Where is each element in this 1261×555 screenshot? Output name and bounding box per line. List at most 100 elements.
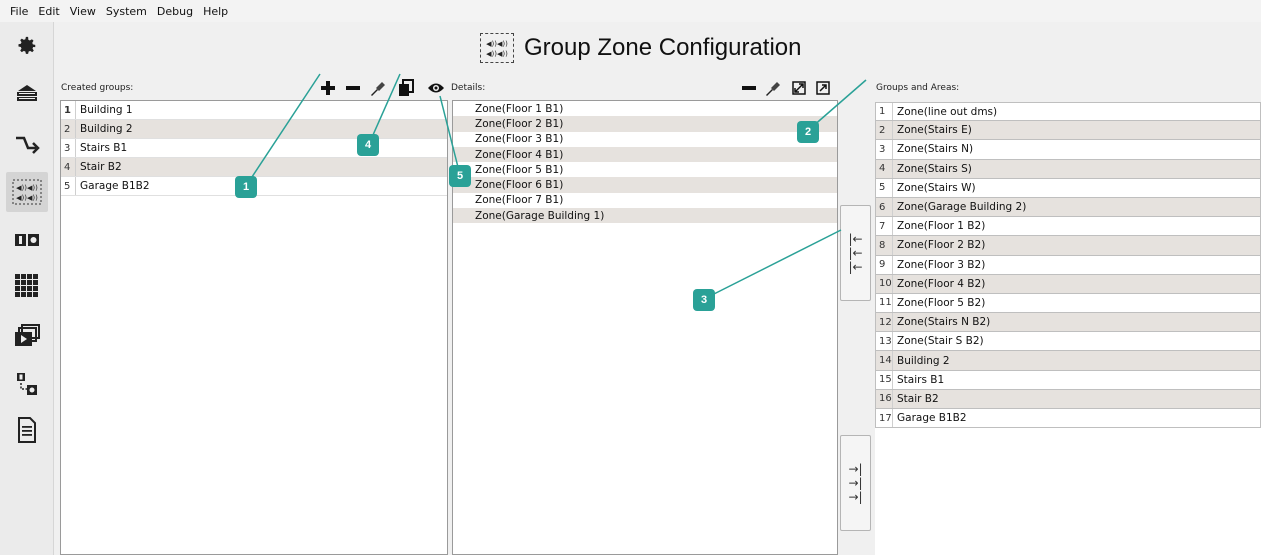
list-item[interactable]: 5 Zone(Stairs W) <box>875 178 1261 198</box>
list-item[interactable]: 4 Stair B2 <box>61 158 447 177</box>
menu-help[interactable]: Help <box>203 5 228 18</box>
collapse-button[interactable] <box>813 78 833 98</box>
area-name: Zone(Stairs N) <box>897 143 974 156</box>
list-item[interactable]: 1 Zone(line out dms) <box>875 102 1261 122</box>
groups-rows: 1 Zone(line out dms) 2 Zone(Stairs E) 3 Zone(… <box>875 102 1261 429</box>
sidebar-item-report[interactable] <box>6 410 48 450</box>
brush-icon <box>766 82 780 96</box>
area-name: Stairs B1 <box>897 373 945 386</box>
list-item[interactable]: 15 Stairs B1 <box>875 370 1261 390</box>
list-item[interactable]: 2 Building 2 <box>61 120 447 139</box>
speaker-group-icon: ◀))◀)) ◀))◀)) <box>480 33 514 63</box>
sidebar-item-media[interactable] <box>6 316 48 356</box>
list-item[interactable]: Zone(Floor 4 B1) <box>453 146 837 163</box>
list-item[interactable]: Zone(Floor 7 B1) <box>453 193 837 208</box>
row-number: 3 <box>64 142 71 154</box>
callout-badge-1: 1 <box>235 176 257 198</box>
area-name: Zone(line out dms) <box>897 105 998 118</box>
io-module-icon <box>15 234 39 246</box>
menu-system[interactable]: System <box>106 5 147 18</box>
list-item[interactable]: 9 Zone(Floor 3 B2) <box>875 255 1261 275</box>
copy-group-button[interactable] <box>396 78 416 98</box>
list-item[interactable]: 17 Garage B1B2 <box>875 409 1261 429</box>
svg-text:◀))◀)): ◀))◀)) <box>486 50 508 58</box>
document-icon <box>18 417 36 443</box>
sidebar-item-settings[interactable] <box>6 26 48 66</box>
row-number: 11 <box>879 297 892 309</box>
sidebar-item-routing[interactable] <box>6 124 48 164</box>
row-number: 16 <box>879 393 892 405</box>
add-group-button[interactable] <box>318 78 338 98</box>
add-to-group-button[interactable]: |← |← |← <box>840 205 871 301</box>
list-item[interactable]: 12 Zone(Stairs N B2) <box>875 313 1261 333</box>
edit-detail-button[interactable] <box>763 78 783 98</box>
menu-view[interactable]: View <box>70 5 96 18</box>
area-name: Zone(Floor 1 B2) <box>897 220 986 233</box>
row-number: 14 <box>879 355 892 367</box>
groups-areas-label: Groups and Areas: <box>876 83 960 93</box>
list-item[interactable]: 1 Building 1 <box>61 101 447 120</box>
list-item[interactable]: 14 Building 2 <box>875 351 1261 371</box>
group-name: Building 2 <box>80 123 133 135</box>
row-number: 1 <box>879 106 886 118</box>
list-item[interactable]: 4 Zone(Stairs S) <box>875 159 1261 179</box>
list-item[interactable]: 16 Stair B2 <box>875 389 1261 409</box>
row-number: 5 <box>879 182 886 194</box>
area-name: Zone(Stair S B2) <box>897 335 984 348</box>
area-name: Stair B2 <box>897 392 939 405</box>
list-item[interactable]: 13 Zone(Stair S B2) <box>875 332 1261 352</box>
area-name: Zone(Garage Building 2) <box>897 201 1027 214</box>
list-item[interactable]: Zone(Floor 3 B1) <box>453 132 837 147</box>
row-number: 8 <box>879 239 886 251</box>
list-item[interactable]: Zone(Garage Building 1) <box>453 208 837 224</box>
move-right-icon: →| <box>848 476 863 490</box>
list-item[interactable]: 11 Zone(Floor 5 B2) <box>875 293 1261 314</box>
details-label: Details: <box>451 83 486 93</box>
sidebar-item-io[interactable] <box>6 220 48 260</box>
remove-from-group-button[interactable]: →| →| →| <box>840 435 871 531</box>
list-item[interactable]: 6 Zone(Garage Building 2) <box>875 197 1261 218</box>
remove-detail-button[interactable] <box>739 78 759 98</box>
gear-icon <box>18 36 36 54</box>
list-item[interactable]: 10 Zone(Floor 4 B2) <box>875 274 1261 294</box>
page-title: Group Zone Configuration <box>524 34 802 61</box>
sidebar-item-server[interactable] <box>6 74 48 114</box>
menu-file[interactable]: File <box>10 5 28 18</box>
callout-badge-4: 4 <box>357 134 379 156</box>
menu-debug[interactable]: Debug <box>157 5 193 18</box>
svg-text:◀))◀)): ◀))◀)) <box>16 184 38 192</box>
row-number: 5 <box>64 180 71 192</box>
view-details-button[interactable] <box>426 78 446 98</box>
row-number: 17 <box>879 412 892 424</box>
list-item[interactable]: Zone(Floor 1 B1) <box>453 101 837 116</box>
created-groups-label: Created groups: <box>61 83 134 93</box>
row-number: 4 <box>879 163 886 175</box>
row-number: 3 <box>879 143 886 155</box>
list-item[interactable]: 8 Zone(Floor 2 B2) <box>875 236 1261 256</box>
list-item[interactable]: 3 Stairs B1 <box>61 139 447 158</box>
device-link-icon <box>17 373 37 395</box>
area-name: Zone(Floor 2 B2) <box>897 239 986 252</box>
list-item[interactable]: Zone(Floor 5 B1) <box>453 162 837 177</box>
list-item[interactable]: Zone(Floor 2 B1) <box>453 116 837 132</box>
row-number: 10 <box>879 278 892 290</box>
list-item[interactable]: 2 Zone(Stairs E) <box>875 121 1261 141</box>
remove-group-button[interactable] <box>343 78 363 98</box>
callout-badge-5: 5 <box>449 165 471 187</box>
list-item[interactable]: 3 Zone(Stairs N) <box>875 140 1261 160</box>
route-arrow-icon <box>16 136 40 154</box>
copy-icon <box>399 79 414 96</box>
row-number: 6 <box>879 201 886 213</box>
edit-group-button[interactable] <box>368 78 388 98</box>
expand-button[interactable] <box>789 78 809 98</box>
menu-edit[interactable]: Edit <box>38 5 59 18</box>
sidebar-item-group-zones[interactable]: ◀))◀)) ◀))◀)) <box>6 172 48 212</box>
list-item[interactable]: 7 Zone(Floor 1 B2) <box>875 217 1261 237</box>
area-name: Zone(Floor 5 B2) <box>897 296 986 309</box>
row-number: 2 <box>64 123 71 135</box>
sidebar-item-devices[interactable] <box>6 364 48 404</box>
area-name: Zone(Floor 3 B2) <box>897 258 986 271</box>
sidebar-item-matrix[interactable] <box>6 266 48 306</box>
list-item[interactable]: Zone(Floor 6 B1) <box>453 177 837 193</box>
move-right-icon: →| <box>848 462 863 476</box>
